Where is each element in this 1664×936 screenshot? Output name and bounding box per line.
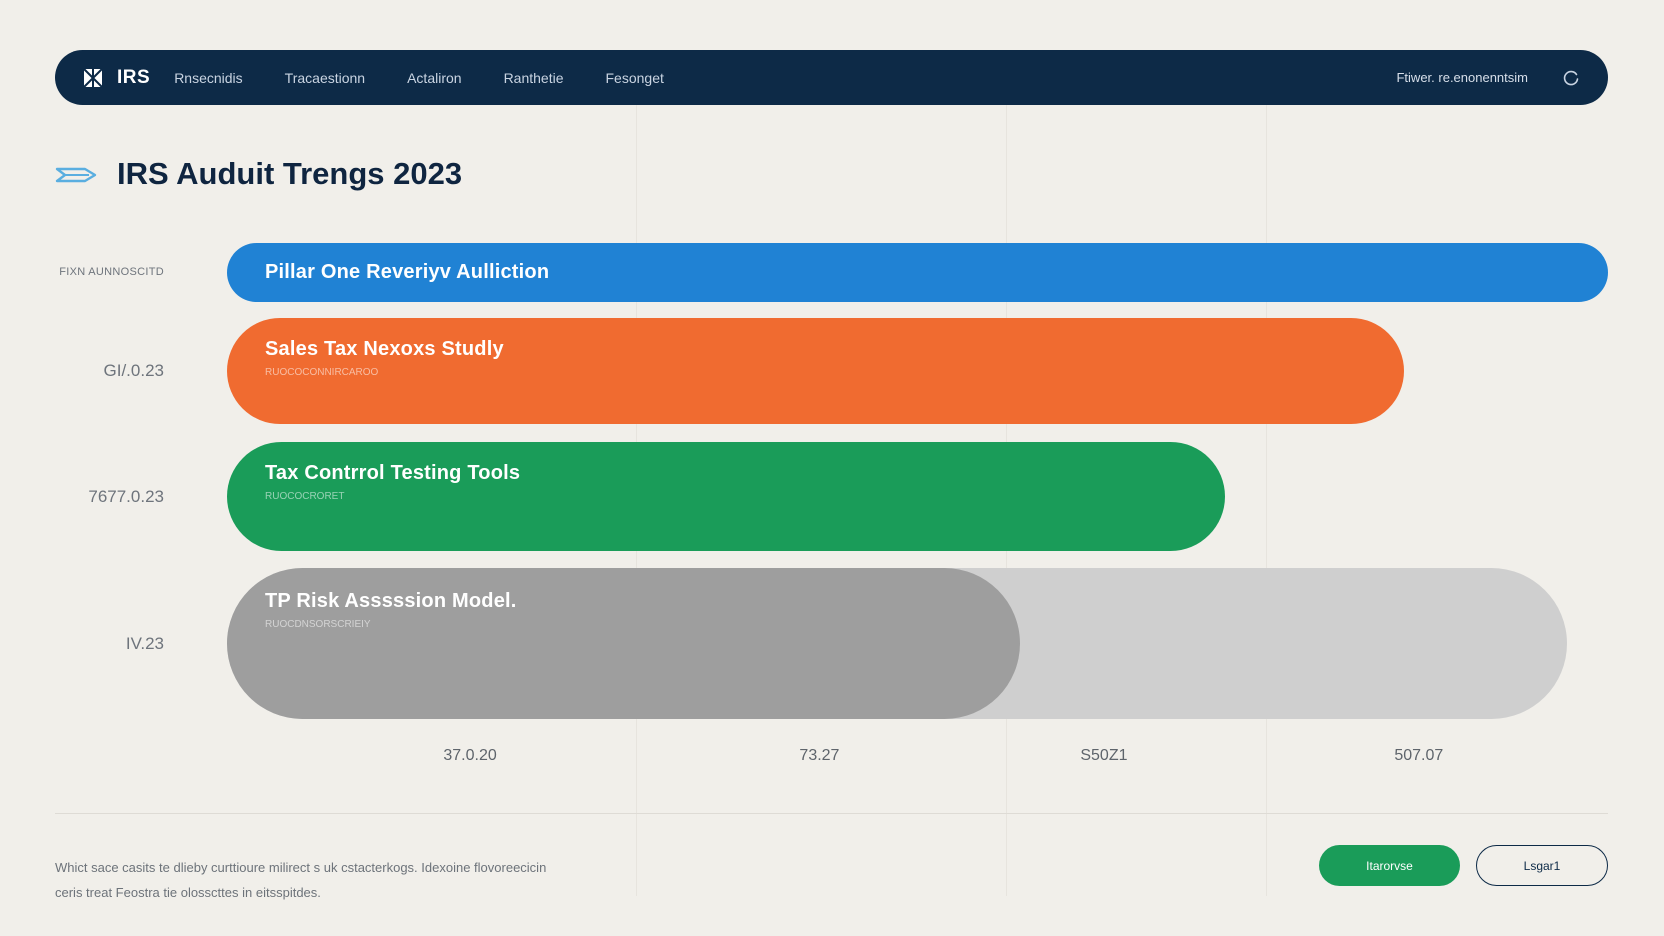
row-label: IV.23: [125, 633, 164, 653]
bar[interactable]: Sales Tax Nexoxs Studly RUOCOCONNIRCAROO: [227, 318, 1404, 424]
audit-trends-bar-chart: FIXN AUNNOSCITD Pillar One Reveriyv Aulli…: [0, 0, 1664, 790]
x-tick-label: S50Z1: [1080, 747, 1128, 764]
bar[interactable]: TP Risk Asssssion Model. RUOCDNSORSCRIEIY: [227, 568, 1020, 719]
bar-label: TP Risk Asssssion Model.: [265, 590, 517, 612]
footnote-text: Whict sace casits te dlieby curttioure m…: [55, 860, 547, 900]
row-label: FIXN AUNNOSCITD: [59, 265, 164, 278]
x-tick-label: 37.0.20: [443, 747, 497, 764]
row-label: 7677.0.23: [88, 486, 164, 506]
primary-action-button[interactable]: Itarorvse: [1319, 845, 1460, 886]
secondary-action-button[interactable]: Lsgar1: [1476, 845, 1608, 886]
bar-sublabel: RUOCOCONNIRCAROO: [265, 367, 379, 378]
footer-divider: [55, 813, 1608, 814]
x-tick-label: 73.27: [799, 747, 840, 764]
bar[interactable]: Pillar One Reveriyv Aulliction: [227, 243, 1608, 302]
bar-label: Sales Tax Nexoxs Studly: [265, 338, 504, 360]
bar-label: Pillar One Reveriyv Aulliction: [265, 261, 550, 283]
bar[interactable]: Tax Contrrol Testing Tools RUOCOCRORET: [227, 442, 1226, 551]
x-tick-label: 507.07: [1394, 747, 1444, 764]
bar-sublabel: RUOCOCRORET: [265, 491, 345, 502]
bar-label: Tax Contrrol Testing Tools: [265, 462, 521, 484]
row-label: GI/.0.23: [103, 361, 164, 380]
bar-sublabel: RUOCDNSORSCRIEIY: [265, 619, 371, 630]
